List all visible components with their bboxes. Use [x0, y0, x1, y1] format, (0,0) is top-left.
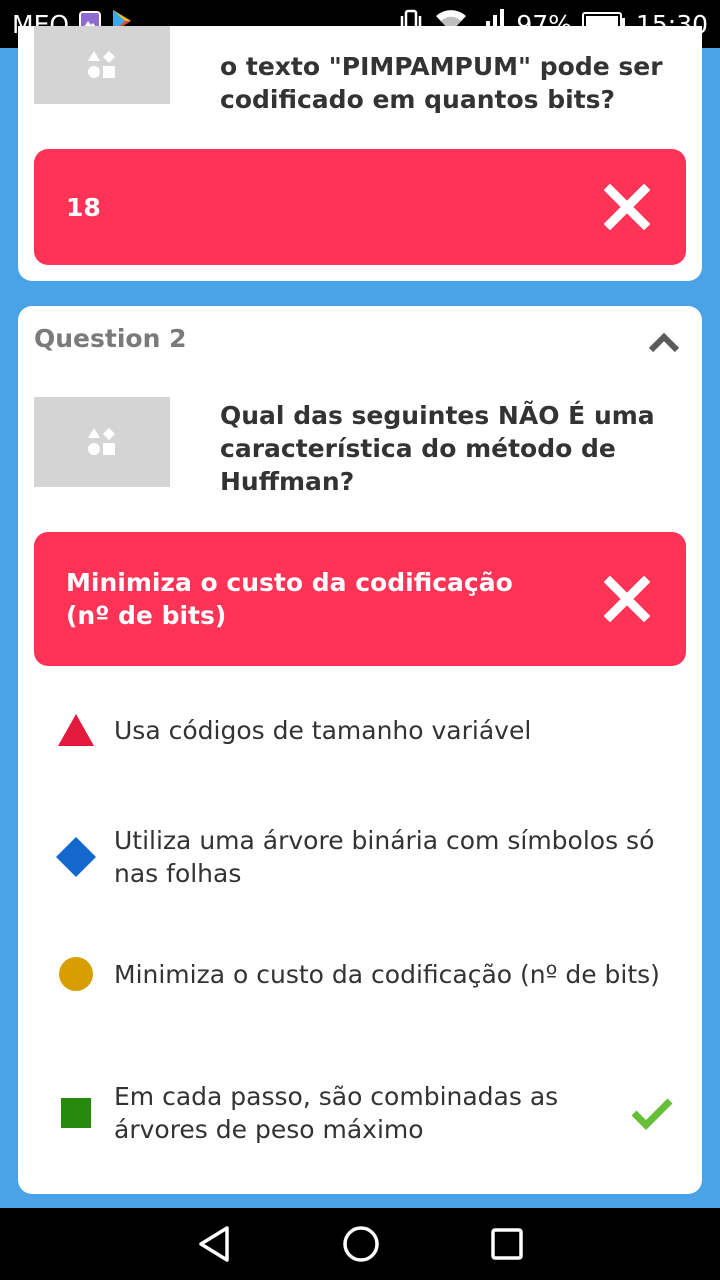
square-icon — [54, 1091, 98, 1135]
home-icon[interactable] — [342, 1225, 380, 1263]
navigation-bar — [0, 1208, 720, 1280]
selected-answer-wrong: Minimiza o custo da codificação (nº de b… — [34, 532, 686, 666]
option-text: Minimiza o custo da codificação (nº de b… — [114, 959, 660, 989]
question-text: o texto "PIMPAMPUM" pode ser codificado … — [220, 52, 663, 114]
back-icon[interactable] — [196, 1225, 232, 1263]
option-text: Usa códigos de tamanho variável — [114, 715, 532, 745]
question-number: Question 2 — [34, 324, 187, 353]
answer-text: Minimiza o custo da codificação (nº de b… — [66, 568, 513, 630]
answer-option-correct: Em cada passo, são combinadas as árvores… — [54, 1080, 674, 1146]
question-card-1: o texto "PIMPAMPUM" pode ser codificado … — [18, 26, 702, 281]
question-image-placeholder — [34, 397, 170, 487]
selected-answer-wrong: 18 — [34, 149, 686, 265]
chevron-up-icon[interactable] — [648, 332, 680, 354]
circle-icon — [54, 952, 98, 996]
answer-text: 18 — [66, 192, 101, 222]
shapes-icon — [88, 51, 115, 78]
question-card-2: Question 2 Qual das seguintes NÃO É uma … — [18, 306, 702, 1194]
answer-option: Utiliza uma árvore binária com símbolos … — [54, 824, 674, 890]
option-text: Em cada passo, são combinadas as árvores… — [114, 1082, 559, 1144]
question-image-placeholder — [34, 26, 170, 104]
option-text: Utiliza uma árvore binária com símbolos … — [114, 826, 655, 888]
close-icon — [604, 576, 650, 622]
recents-icon[interactable] — [490, 1227, 524, 1261]
answer-option: Minimiza o custo da codificação (nº de b… — [54, 952, 674, 996]
question-text: Qual das seguintes NÃO É uma característ… — [220, 401, 655, 496]
close-icon — [604, 184, 650, 230]
triangle-icon — [54, 708, 98, 752]
checkmark-icon — [631, 1098, 673, 1130]
shapes-icon — [88, 428, 115, 455]
answer-option: Usa códigos de tamanho variável — [54, 708, 674, 752]
diamond-icon — [54, 835, 98, 879]
